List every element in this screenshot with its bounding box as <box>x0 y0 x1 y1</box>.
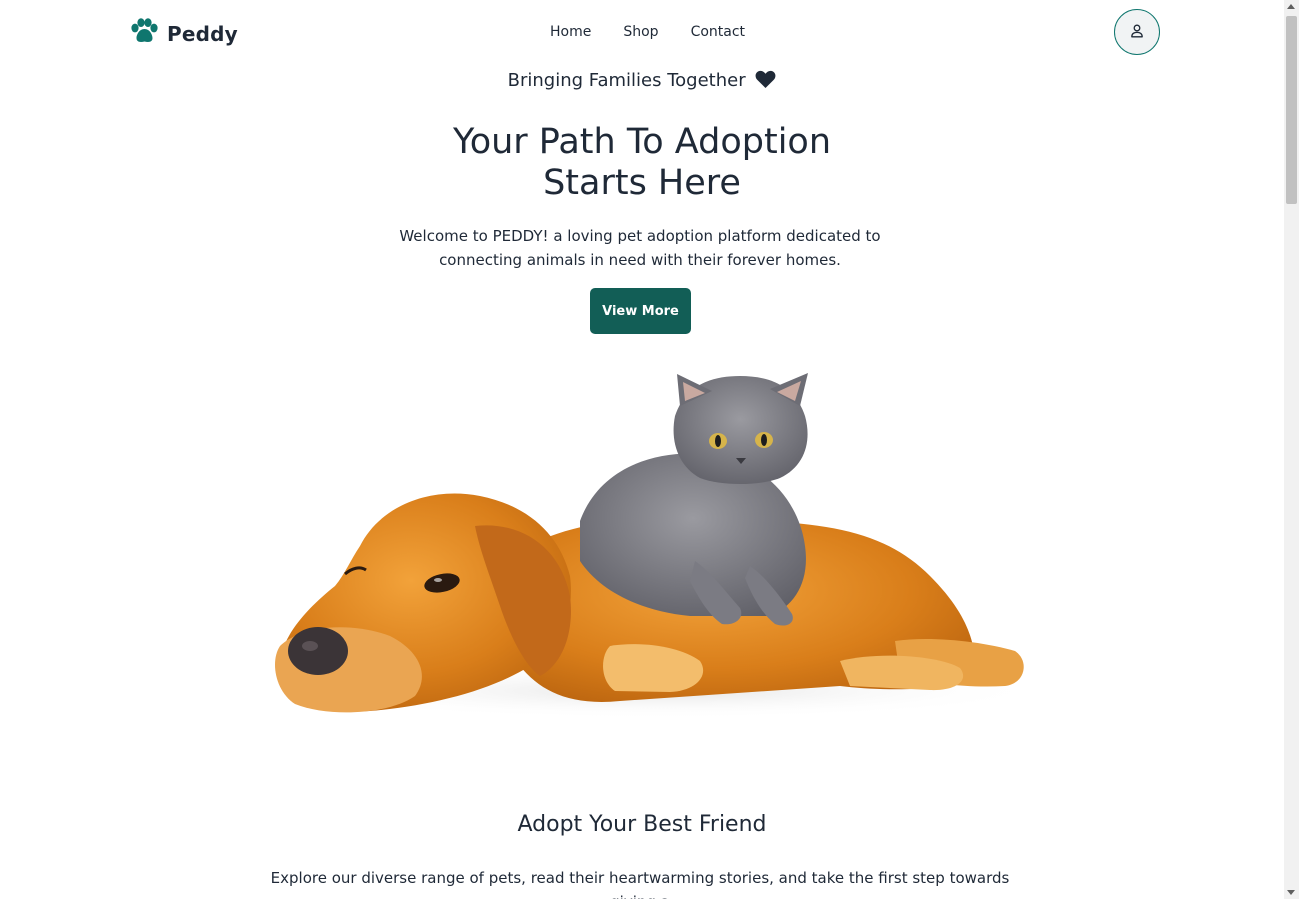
hero-title-line-2: Starts Here <box>543 163 741 203</box>
brand-name: Peddy <box>167 21 238 46</box>
main-nav: Home Shop Contact <box>550 24 745 40</box>
hero-title-line-1: Your Path To Adoption <box>452 122 832 162</box>
adopt-section-title: Adopt Your Best Friend <box>517 812 767 837</box>
scroll-down-arrow-icon[interactable] <box>1287 890 1295 895</box>
hero-pets-image <box>240 346 1050 786</box>
site-header: Peddy Home Shop Contact <box>0 0 1284 66</box>
profile-button[interactable] <box>1114 9 1160 55</box>
nav-shop-link[interactable]: Shop <box>623 24 658 40</box>
view-more-button[interactable]: View More <box>590 288 691 334</box>
nav-contact-link[interactable]: Contact <box>691 24 745 40</box>
tagline-text: Bringing Families Together <box>507 70 746 91</box>
scrollbar-thumb[interactable] <box>1286 16 1297 204</box>
heart-icon <box>755 70 776 94</box>
hero-description: Welcome to PEDDY! a loving pet adoption … <box>399 227 881 269</box>
user-icon <box>1130 24 1144 41</box>
hero-tagline: Bringing Families Together <box>0 70 1284 94</box>
paw-icon <box>129 18 159 49</box>
scroll-up-arrow-icon[interactable] <box>1287 4 1295 9</box>
brand-logo[interactable]: Peddy <box>129 18 238 49</box>
page-scrollbar[interactable] <box>1284 0 1299 899</box>
hero-title: Your Path To Adoption Starts Here <box>0 122 1284 204</box>
nav-home-link[interactable]: Home <box>550 24 591 40</box>
adopt-section-description: Explore our diverse range of pets, read … <box>270 869 1010 899</box>
